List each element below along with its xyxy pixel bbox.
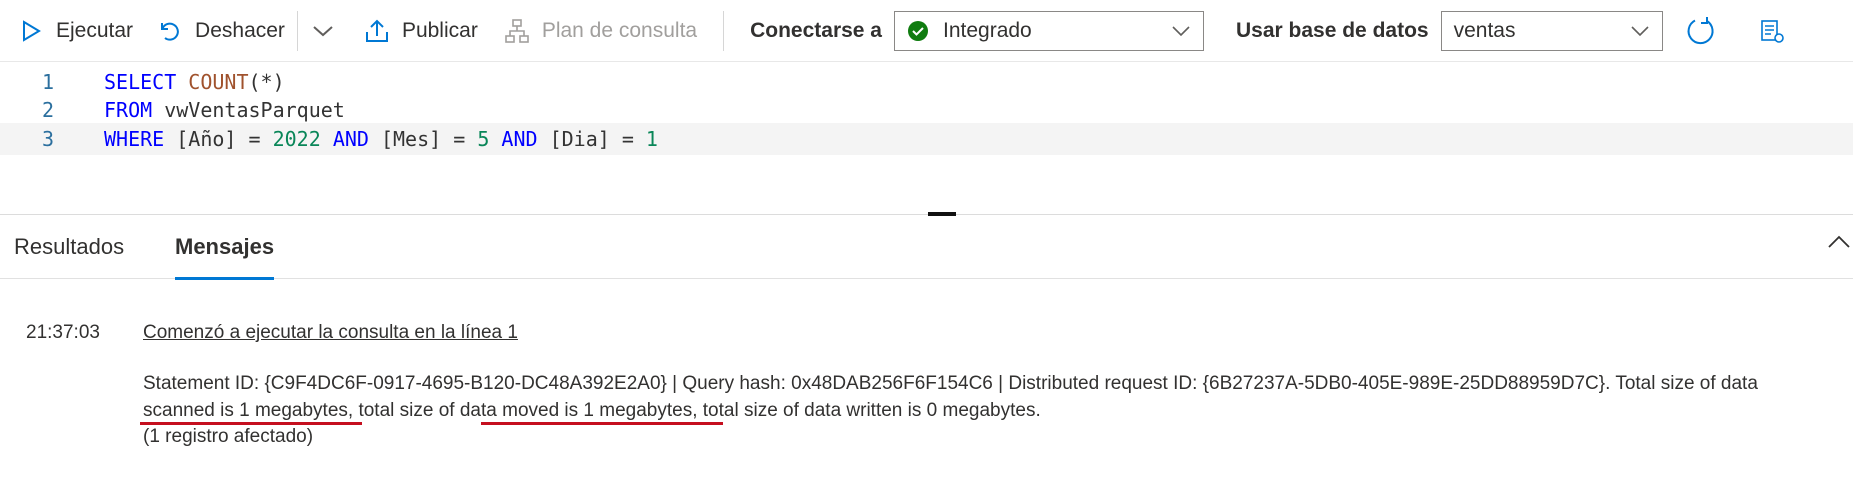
code-token: [Año] = bbox=[164, 127, 273, 151]
database-value: ventas bbox=[1453, 18, 1516, 42]
connection-value: Integrado bbox=[943, 18, 1032, 42]
run-label: Ejecutar bbox=[56, 18, 134, 42]
rows-affected-text: (1 registro afectado) bbox=[143, 426, 314, 447]
highlight-underline-moved bbox=[481, 422, 723, 425]
query-plan-label: Plan de consulta bbox=[541, 18, 698, 42]
number-token: 1 bbox=[645, 127, 658, 151]
highlight-underline-scanned bbox=[140, 422, 362, 425]
scanned-size-text: scanned is 1 megabytes bbox=[143, 400, 348, 421]
chevron-down-icon bbox=[1630, 21, 1650, 41]
publish-icon bbox=[364, 18, 390, 44]
code-line-2[interactable]: 2 FROM vwVentasParquet bbox=[0, 94, 1853, 126]
statement-text: , total size of bbox=[347, 400, 460, 421]
sql-editor[interactable]: 1 SELECT COUNT(*) 2 FROM vwVentasParquet… bbox=[0, 62, 1853, 214]
refresh-button[interactable] bbox=[1679, 7, 1723, 55]
properties-icon bbox=[1759, 18, 1785, 44]
toolbar: Ejecutar Deshacer Publicar Plan de consu bbox=[0, 0, 1853, 62]
database-label: Usar base de datos bbox=[1236, 18, 1429, 42]
results-tabs: Resultados Mensajes bbox=[0, 215, 1853, 280]
query-start-link[interactable]: Comenzó a ejecutar la consulta en la lín… bbox=[143, 322, 518, 344]
query-plan-button[interactable]: Plan de consulta bbox=[498, 7, 703, 55]
chevron-up-icon bbox=[1825, 235, 1853, 260]
keyword: WHERE bbox=[104, 127, 165, 151]
code-token: (*) bbox=[248, 70, 285, 94]
line-number: 3 bbox=[41, 127, 54, 151]
collapse-pane-button[interactable] bbox=[1825, 228, 1853, 256]
function-token: COUNT bbox=[188, 70, 249, 94]
play-icon bbox=[18, 18, 44, 44]
line-number: 1 bbox=[41, 70, 54, 94]
message-timestamp: 21:37:03 bbox=[26, 322, 100, 343]
refresh-icon bbox=[1685, 15, 1717, 47]
keyword: SELECT bbox=[104, 70, 177, 94]
publish-button[interactable]: Publicar bbox=[358, 7, 484, 55]
keyword: FROM bbox=[104, 98, 153, 122]
statement-line: scanned is 1 megabytes, total size of da… bbox=[143, 397, 1843, 424]
chevron-down-icon bbox=[310, 18, 336, 44]
statement-details: Statement ID: {C9F4DC6F-0917-4695-B120-D… bbox=[143, 370, 1843, 424]
undo-label: Deshacer bbox=[195, 18, 285, 42]
tab-messages[interactable]: Mensajes bbox=[175, 215, 275, 280]
statement-line: Statement ID: {C9F4DC6F-0917-4695-B120-D… bbox=[143, 373, 1758, 394]
statement-text: , total size of data written is 0 megaby… bbox=[692, 400, 1041, 421]
undo-button[interactable]: Deshacer bbox=[151, 7, 291, 55]
toolbar-separator bbox=[296, 10, 298, 51]
number-token: 5 bbox=[477, 127, 490, 151]
line-number: 2 bbox=[41, 98, 54, 122]
sql-query-editor-page: Ejecutar Deshacer Publicar Plan de consu bbox=[0, 0, 1853, 480]
check-circle-icon bbox=[907, 20, 929, 42]
code-text: FROM vwVentasParquet bbox=[62, 98, 345, 122]
code-token: [Dia] = bbox=[537, 127, 646, 151]
run-button[interactable]: Ejecutar bbox=[12, 7, 139, 55]
number-token: 2022 bbox=[272, 127, 321, 151]
publish-label: Publicar bbox=[401, 18, 478, 42]
tab-results[interactable]: Resultados bbox=[14, 215, 124, 279]
keyword: AND bbox=[501, 127, 538, 151]
moved-size-text: data moved is 1 megabytes bbox=[459, 400, 693, 421]
code-text: WHERE [Año] = 2022 AND [Mes] = 5 AND [Di… bbox=[62, 127, 658, 151]
messages-panel: 21:37:03 Comenzó a ejecutar la consulta … bbox=[0, 280, 1853, 480]
code-line-3[interactable]: 3 WHERE [Año] = 2022 AND [Mes] = 5 AND [… bbox=[0, 123, 1853, 155]
properties-button[interactable] bbox=[1753, 7, 1791, 55]
chevron-down-icon bbox=[1171, 21, 1191, 41]
code-text: SELECT COUNT(*) bbox=[62, 70, 285, 94]
code-token: vwVentasParquet bbox=[152, 98, 345, 122]
keyword: AND bbox=[332, 127, 369, 151]
undo-icon bbox=[157, 18, 183, 44]
connection-select[interactable]: Integrado bbox=[894, 10, 1204, 51]
database-select[interactable]: ventas bbox=[1440, 10, 1663, 51]
code-token: [Mes] = bbox=[368, 127, 478, 151]
undo-dropdown-button[interactable] bbox=[304, 7, 342, 55]
toolbar-separator bbox=[723, 10, 725, 51]
hierarchy-icon bbox=[504, 18, 530, 44]
connect-label: Conectarse a bbox=[750, 18, 882, 42]
